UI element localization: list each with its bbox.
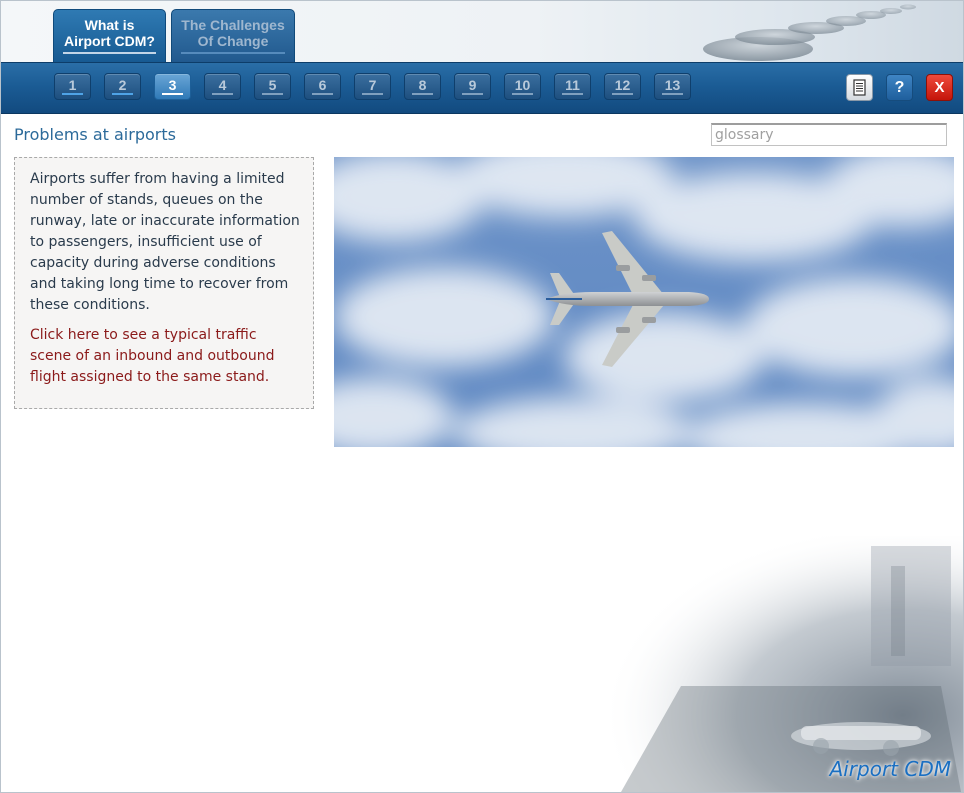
tab-what-is-airport-cdm[interactable]: What is Airport CDM? [53,9,166,63]
page-button-3[interactable]: 3 [154,73,191,100]
page-number: 12 [614,77,631,93]
page-progress-bar [562,93,583,95]
page-progress-bar [412,93,433,95]
page-progress-bar [662,93,683,95]
tab-label-line1: The Challenges [181,17,285,33]
close-icon: X [934,79,945,96]
page-progress-bar [262,93,283,95]
page-progress-bar [362,93,383,95]
page-progress-bar [312,93,333,95]
brand-logo-text: Airport CDM [829,757,951,781]
page-button-2[interactable]: 2 [104,73,141,100]
stones-decoration [703,4,916,61]
page-progress-bar [112,93,133,95]
app-window: What is Airport CDM? The Challenges Of C… [0,0,964,793]
page-button-7[interactable]: 7 [354,73,391,100]
page-number: 9 [468,77,477,93]
page-number: 5 [268,77,277,93]
help-icon: ? [894,79,905,96]
page-number: 6 [318,77,327,93]
tab-label-line1: What is [84,17,135,33]
page-number: 4 [218,77,227,93]
page-number: 1 [68,77,77,93]
page-number: 3 [168,77,177,93]
glossary-search-input[interactable] [711,123,947,146]
airport-background-image [561,536,963,792]
page-number: 10 [514,77,531,93]
info-text-box: Airports suffer from having a limited nu… [14,157,314,409]
page-progress-bar [462,93,483,95]
page-progress-bar [62,93,83,95]
page-button-8[interactable]: 8 [404,73,441,100]
page-button-10[interactable]: 10 [504,73,541,100]
tab-challenges-of-change[interactable]: The Challenges Of Change [171,9,295,63]
page-button-6[interactable]: 6 [304,73,341,100]
page-button-12[interactable]: 12 [604,73,641,100]
page-button-1[interactable]: 1 [54,73,91,100]
page-button-5[interactable]: 5 [254,73,291,100]
page-progress-bar [512,93,533,95]
close-button[interactable]: X [926,74,953,101]
tab-underline [181,52,285,54]
page-number: 11 [565,77,580,93]
tab-underline [63,52,156,54]
page-number: 7 [368,77,377,93]
tab-label-line2: Of Change [197,33,269,49]
page-button-13[interactable]: 13 [654,73,691,100]
page-button-4[interactable]: 4 [204,73,241,100]
page-progress-bar [212,93,233,95]
sky-airplane-image [334,157,954,447]
notes-icon [853,79,866,96]
page-progress-bar [612,93,633,95]
page-button-11[interactable]: 11 [554,73,591,100]
page-progress-bar [162,93,183,95]
page-number: 13 [664,77,681,93]
page-title: Problems at airports [14,125,176,144]
notes-button[interactable] [846,74,873,101]
help-button[interactable]: ? [886,74,913,101]
page-button-9[interactable]: 9 [454,73,491,100]
page-number: 2 [118,77,127,93]
page-nav-bar: 1 2 3 4 5 6 7 8 9 10 11 12 13 ? X [1,62,963,114]
page-number: 8 [418,77,427,93]
tab-label-line2: Airport CDM? [64,33,155,49]
traffic-scene-link[interactable]: Click here to see a typical traffic scen… [30,325,301,388]
info-paragraph: Airports suffer from having a limited nu… [30,171,300,313]
